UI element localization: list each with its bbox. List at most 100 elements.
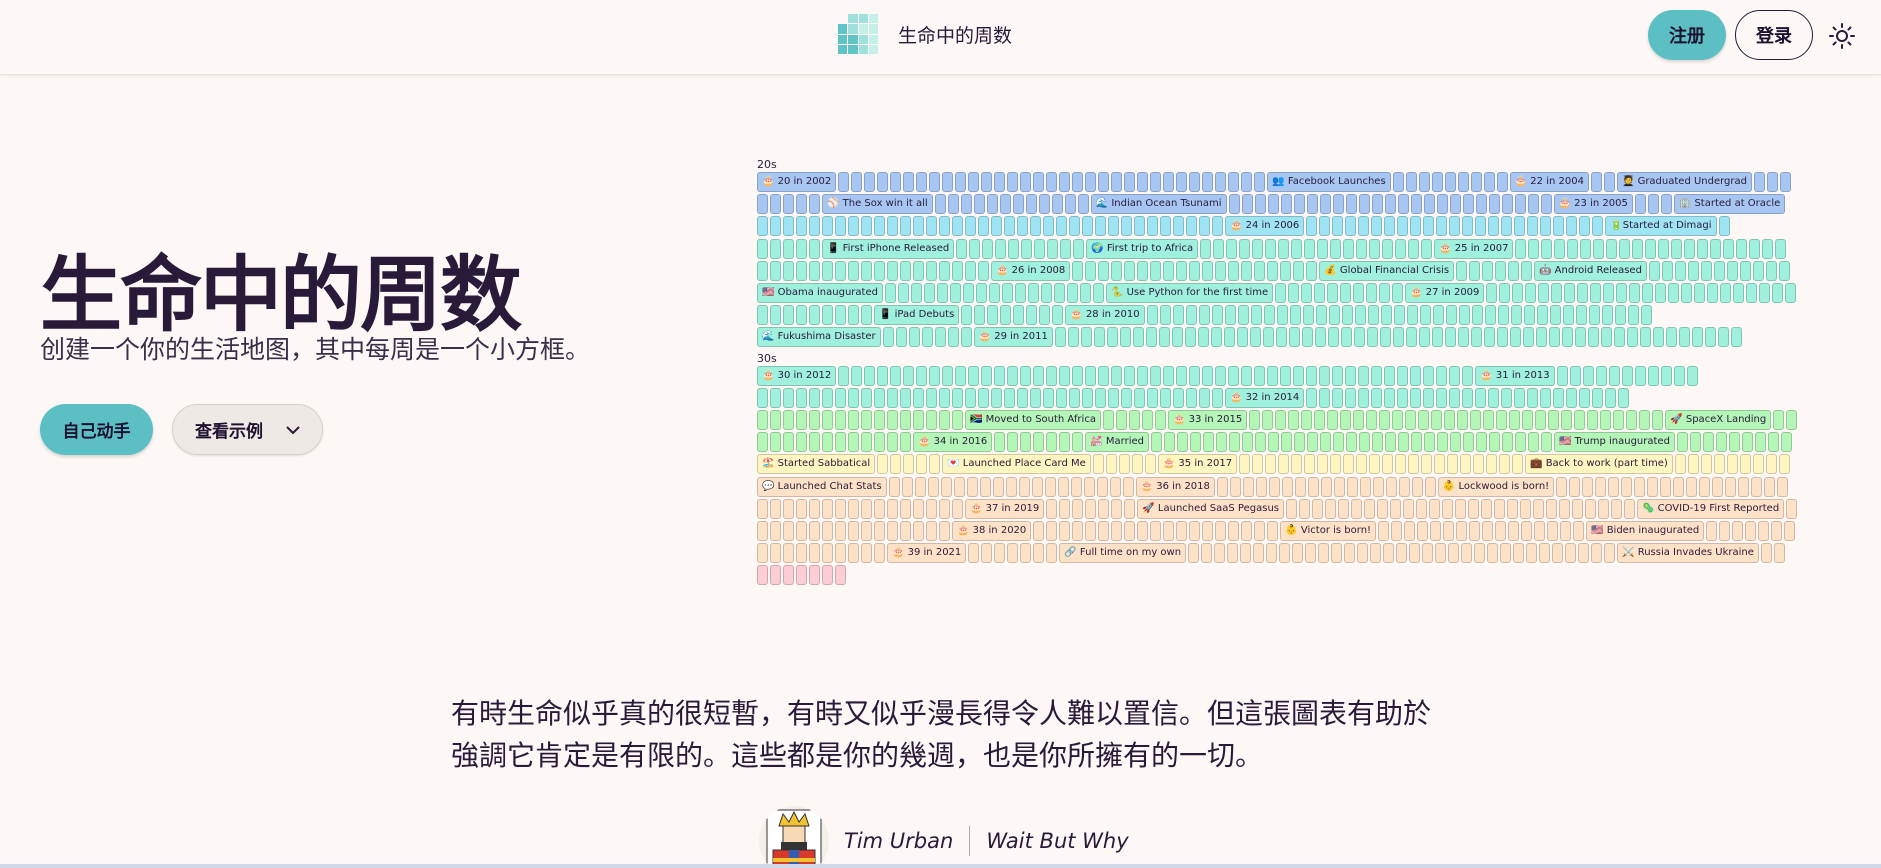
week-cell[interactable] [1266,543,1278,564]
week-cell[interactable] [1332,216,1344,237]
week-cell[interactable] [1390,498,1401,519]
week-event[interactable]: 🤖 Android Released [1534,260,1647,281]
week-cell[interactable] [770,387,781,408]
week-event[interactable]: 🎂 35 in 2017 [1157,454,1238,475]
week-cell[interactable] [874,432,885,453]
week-cell[interactable] [1408,454,1420,475]
week-cell[interactable] [1619,238,1631,259]
week-cell[interactable] [940,476,952,497]
week-cell[interactable] [1325,498,1336,519]
week-cell[interactable] [1652,327,1664,348]
week-cell[interactable] [1134,387,1145,408]
week-cell[interactable] [1154,410,1166,430]
week-cell[interactable] [1215,172,1227,192]
week-cell[interactable] [952,387,963,408]
week-cell[interactable] [1726,260,1738,281]
week-cell[interactable] [1521,521,1533,541]
week-cell[interactable] [1561,410,1573,430]
week-cell[interactable] [1007,172,1019,192]
week-cell[interactable] [1540,387,1552,408]
week-cell[interactable] [1379,283,1391,303]
week-cell[interactable] [1476,432,1487,453]
week-cell[interactable] [1366,283,1378,303]
week-cell[interactable] [822,387,833,408]
week-cell[interactable] [1647,365,1659,386]
week-cell[interactable] [1556,365,1568,386]
week-cell[interactable] [835,260,846,281]
week-cell[interactable] [1509,410,1521,430]
week-cell[interactable] [1254,172,1266,192]
week-cell[interactable] [1540,216,1552,237]
view-example-button[interactable]: 查看示例 [172,404,323,455]
week-cell[interactable] [809,498,820,519]
week-cell[interactable] [1579,216,1591,237]
week-cell[interactable] [1553,387,1565,408]
week-cell[interactable] [1060,238,1072,259]
week-cell[interactable] [1392,172,1404,192]
week-cell[interactable] [1697,238,1709,259]
week-cell[interactable] [835,565,846,586]
week-cell[interactable] [1514,387,1526,408]
week-cell[interactable] [1514,216,1526,237]
week-cell[interactable] [1046,498,1058,519]
week-cell[interactable] [1294,476,1306,497]
week-cell[interactable] [1171,327,1183,348]
week-cell[interactable] [882,327,894,348]
week-cell[interactable] [890,172,902,192]
week-cell[interactable] [1423,365,1435,386]
week-cell[interactable] [861,521,872,541]
week-cell[interactable] [1137,365,1149,386]
week-cell[interactable] [1072,521,1084,541]
week-cell[interactable] [1618,387,1630,408]
week-cell[interactable] [1578,543,1590,564]
week-cell[interactable] [939,387,950,408]
week-cell[interactable] [1172,305,1184,326]
week-cell[interactable] [1431,172,1443,192]
week-cell[interactable] [1301,283,1313,303]
week-cell[interactable] [1481,498,1492,519]
week-cell[interactable] [939,521,950,541]
week-event[interactable]: 🔋Started at Dimagi [1605,216,1717,237]
week-cell[interactable] [1095,216,1106,237]
week-cell[interactable] [1431,410,1443,430]
week-cell[interactable] [1150,365,1162,386]
week-cell[interactable] [916,172,928,192]
week-cell[interactable] [962,283,974,303]
week-cell[interactable] [1051,194,1063,215]
week-cell[interactable] [1280,194,1292,215]
week-cell[interactable] [1372,432,1383,453]
week-cell[interactable] [1151,432,1162,453]
week-cell[interactable] [1317,238,1329,259]
week-cell[interactable] [1501,194,1513,215]
week-cell[interactable] [1520,498,1531,519]
week-cell[interactable] [1356,238,1368,259]
week-cell[interactable] [1033,521,1045,541]
week-cell[interactable] [1710,238,1722,259]
week-cell[interactable] [1314,410,1326,430]
week-cell[interactable] [1286,498,1297,519]
week-cell[interactable] [1328,305,1340,326]
week-cell[interactable] [1083,476,1095,497]
week-cell[interactable] [1289,305,1301,326]
week-event[interactable]: 👥 Facebook Launches [1267,172,1391,192]
week-cell[interactable] [861,387,872,408]
week-event[interactable]: 💬 Launched Chat Stats [757,476,887,497]
week-event[interactable]: 🌊 Fukushima Disaster [757,327,881,348]
week-cell[interactable] [1723,238,1735,259]
week-cell[interactable] [1430,521,1442,541]
week-cell[interactable] [1419,305,1431,326]
week-cell[interactable] [1158,327,1170,348]
week-cell[interactable] [1215,521,1227,541]
week-cell[interactable] [757,216,768,237]
week-cell[interactable] [947,194,959,215]
week-event[interactable]: 🧑‍🎓 Graduated Undergrad [1616,172,1752,192]
week-cell[interactable] [1535,327,1547,348]
week-cell[interactable] [1535,410,1547,430]
week-cell[interactable] [887,432,898,453]
week-cell[interactable] [783,565,794,586]
week-cell[interactable] [1496,410,1508,430]
week-cell[interactable] [1333,432,1344,453]
week-cell[interactable] [1522,410,1534,430]
week-cell[interactable] [1122,476,1134,497]
week-cell[interactable] [1267,521,1279,541]
